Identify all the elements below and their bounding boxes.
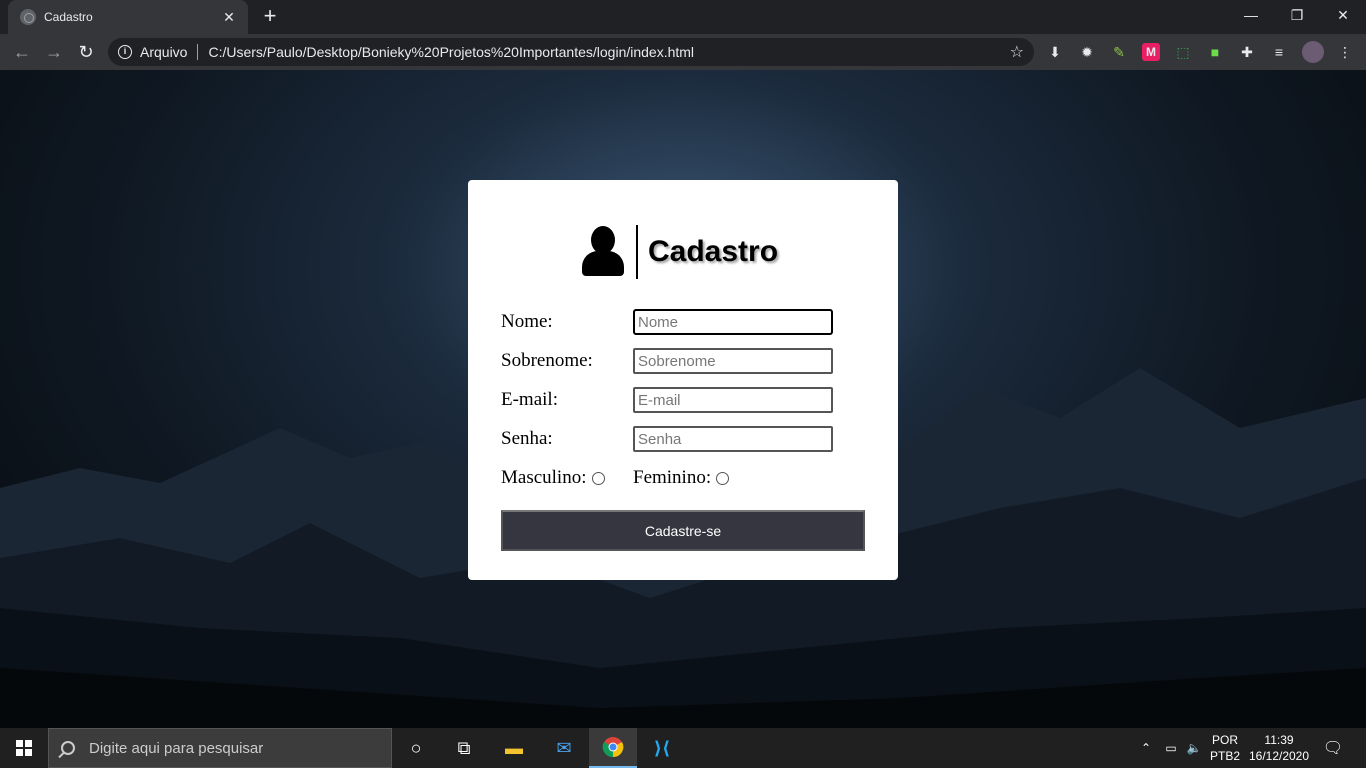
language-top: POR bbox=[1211, 733, 1238, 747]
gender-row: Masculino: Feminino: bbox=[501, 465, 730, 491]
network-icon[interactable]: ▭ bbox=[1160, 728, 1182, 768]
close-window-button[interactable]: ✕ bbox=[1320, 0, 1366, 30]
clock-time: 11:39 bbox=[1264, 733, 1294, 747]
nome-input[interactable] bbox=[633, 309, 833, 335]
m-extension-icon[interactable]: M bbox=[1142, 43, 1160, 61]
sobrenome-input[interactable] bbox=[633, 348, 833, 374]
vscode-icon[interactable]: ⟩⟨ bbox=[638, 728, 686, 768]
card-header: Cadastro bbox=[582, 224, 778, 280]
volume-icon[interactable]: 🔈 bbox=[1184, 728, 1204, 768]
minimize-button[interactable]: — bbox=[1228, 0, 1274, 30]
download-icon[interactable]: ⬇ bbox=[1046, 43, 1064, 61]
puzzle-icon[interactable]: ✚ bbox=[1238, 43, 1256, 61]
user-icon bbox=[582, 226, 624, 278]
email-input[interactable] bbox=[633, 387, 833, 413]
search-icon bbox=[61, 741, 75, 755]
chrome-icon[interactable] bbox=[589, 728, 637, 768]
notifications-icon[interactable]: 🗨 bbox=[1320, 728, 1346, 768]
form-row-sobrenome: Sobrenome: bbox=[501, 348, 833, 374]
frame-extension-icon[interactable]: ⬚ bbox=[1174, 43, 1192, 61]
globe-icon bbox=[20, 9, 36, 25]
url-text[interactable]: C:/Users/Paulo/Desktop/Bonieky%20Projeto… bbox=[208, 44, 694, 60]
menu-kebab-icon[interactable]: ⋮ bbox=[1336, 43, 1354, 61]
info-icon[interactable]: i bbox=[118, 45, 132, 59]
restore-button[interactable]: ❐ bbox=[1274, 0, 1320, 30]
green-extension-icon[interactable]: ■ bbox=[1206, 43, 1224, 61]
task-view-icon[interactable]: ⧉ bbox=[440, 728, 488, 768]
senha-label: Senha: bbox=[501, 428, 553, 449]
sobrenome-label: Sobrenome: bbox=[501, 350, 593, 371]
form-row-email: E-mail: bbox=[501, 387, 833, 413]
submit-button[interactable]: Cadastre-se bbox=[501, 510, 865, 551]
new-tab-button[interactable]: + bbox=[258, 4, 282, 28]
file-explorer-icon[interactable]: ▬ bbox=[490, 728, 538, 768]
page-background: Cadastro Nome: Sobrenome: E-mail: Senha:… bbox=[0, 70, 1366, 728]
browser-tab[interactable]: Cadastro ✕ bbox=[8, 0, 248, 34]
form-row-senha: Senha: bbox=[501, 426, 833, 452]
senha-input[interactable] bbox=[633, 426, 833, 452]
forward-button[interactable]: → bbox=[42, 40, 66, 64]
tab-close-icon[interactable]: ✕ bbox=[220, 9, 238, 26]
search-placeholder: Digite aqui para pesquisar bbox=[89, 739, 264, 757]
media-queue-icon[interactable]: ≡ bbox=[1270, 43, 1288, 61]
bookmark-star-icon[interactable]: ☆ bbox=[1010, 42, 1024, 62]
page-title: Cadastro bbox=[648, 235, 779, 268]
show-hidden-icons-icon[interactable]: ⌃ bbox=[1136, 728, 1156, 768]
back-button[interactable]: ← bbox=[10, 40, 34, 64]
taskbar-search[interactable]: Digite aqui para pesquisar bbox=[48, 728, 392, 768]
pen-extension-icon[interactable]: ✎ bbox=[1110, 43, 1128, 61]
radio-group-female: Feminino: bbox=[633, 467, 730, 489]
mail-icon[interactable]: ✉ bbox=[540, 728, 588, 768]
windows-taskbar: Digite aqui para pesquisar ○ ⧉ ▬ ✉ ⟩⟨ ⌃ … bbox=[0, 728, 1366, 768]
start-button[interactable] bbox=[0, 728, 48, 768]
settings-extension-icon[interactable]: ✹ bbox=[1078, 43, 1096, 61]
header-divider bbox=[636, 225, 638, 279]
language-indicator[interactable]: POR PTB2 bbox=[1208, 728, 1242, 768]
security-label: Arquivo bbox=[140, 44, 188, 60]
browser-tab-bar: Cadastro ✕ + — ❐ ✕ bbox=[0, 0, 1366, 34]
nome-label: Nome: bbox=[501, 311, 553, 332]
masculino-radio[interactable] bbox=[591, 471, 605, 485]
feminino-radio[interactable] bbox=[716, 471, 730, 485]
feminino-label: Feminino: bbox=[633, 467, 712, 488]
reload-button[interactable]: ↻ bbox=[74, 40, 98, 64]
masculino-label: Masculino: bbox=[501, 467, 587, 488]
profile-avatar[interactable] bbox=[1302, 41, 1324, 63]
cortana-icon[interactable]: ○ bbox=[392, 728, 440, 768]
form-row-nome: Nome: bbox=[501, 309, 833, 335]
address-bar[interactable]: i Arquivo C:/Users/Paulo/Desktop/Bonieky… bbox=[108, 38, 1034, 66]
windows-logo-icon bbox=[16, 740, 32, 756]
omnibox-divider bbox=[197, 44, 199, 60]
radio-group-male: Masculino: bbox=[501, 467, 633, 489]
language-bottom: PTB2 bbox=[1209, 749, 1240, 763]
clock-date: 16/12/2020 bbox=[1248, 749, 1310, 763]
email-label: E-mail: bbox=[501, 389, 558, 410]
clock[interactable]: 11:39 16/12/2020 bbox=[1246, 728, 1312, 768]
tab-title: Cadastro bbox=[44, 10, 93, 24]
signup-card: Cadastro Nome: Sobrenome: E-mail: Senha:… bbox=[468, 180, 898, 580]
browser-toolbar: ← → ↻ i Arquivo C:/Users/Paulo/Desktop/B… bbox=[0, 34, 1366, 70]
